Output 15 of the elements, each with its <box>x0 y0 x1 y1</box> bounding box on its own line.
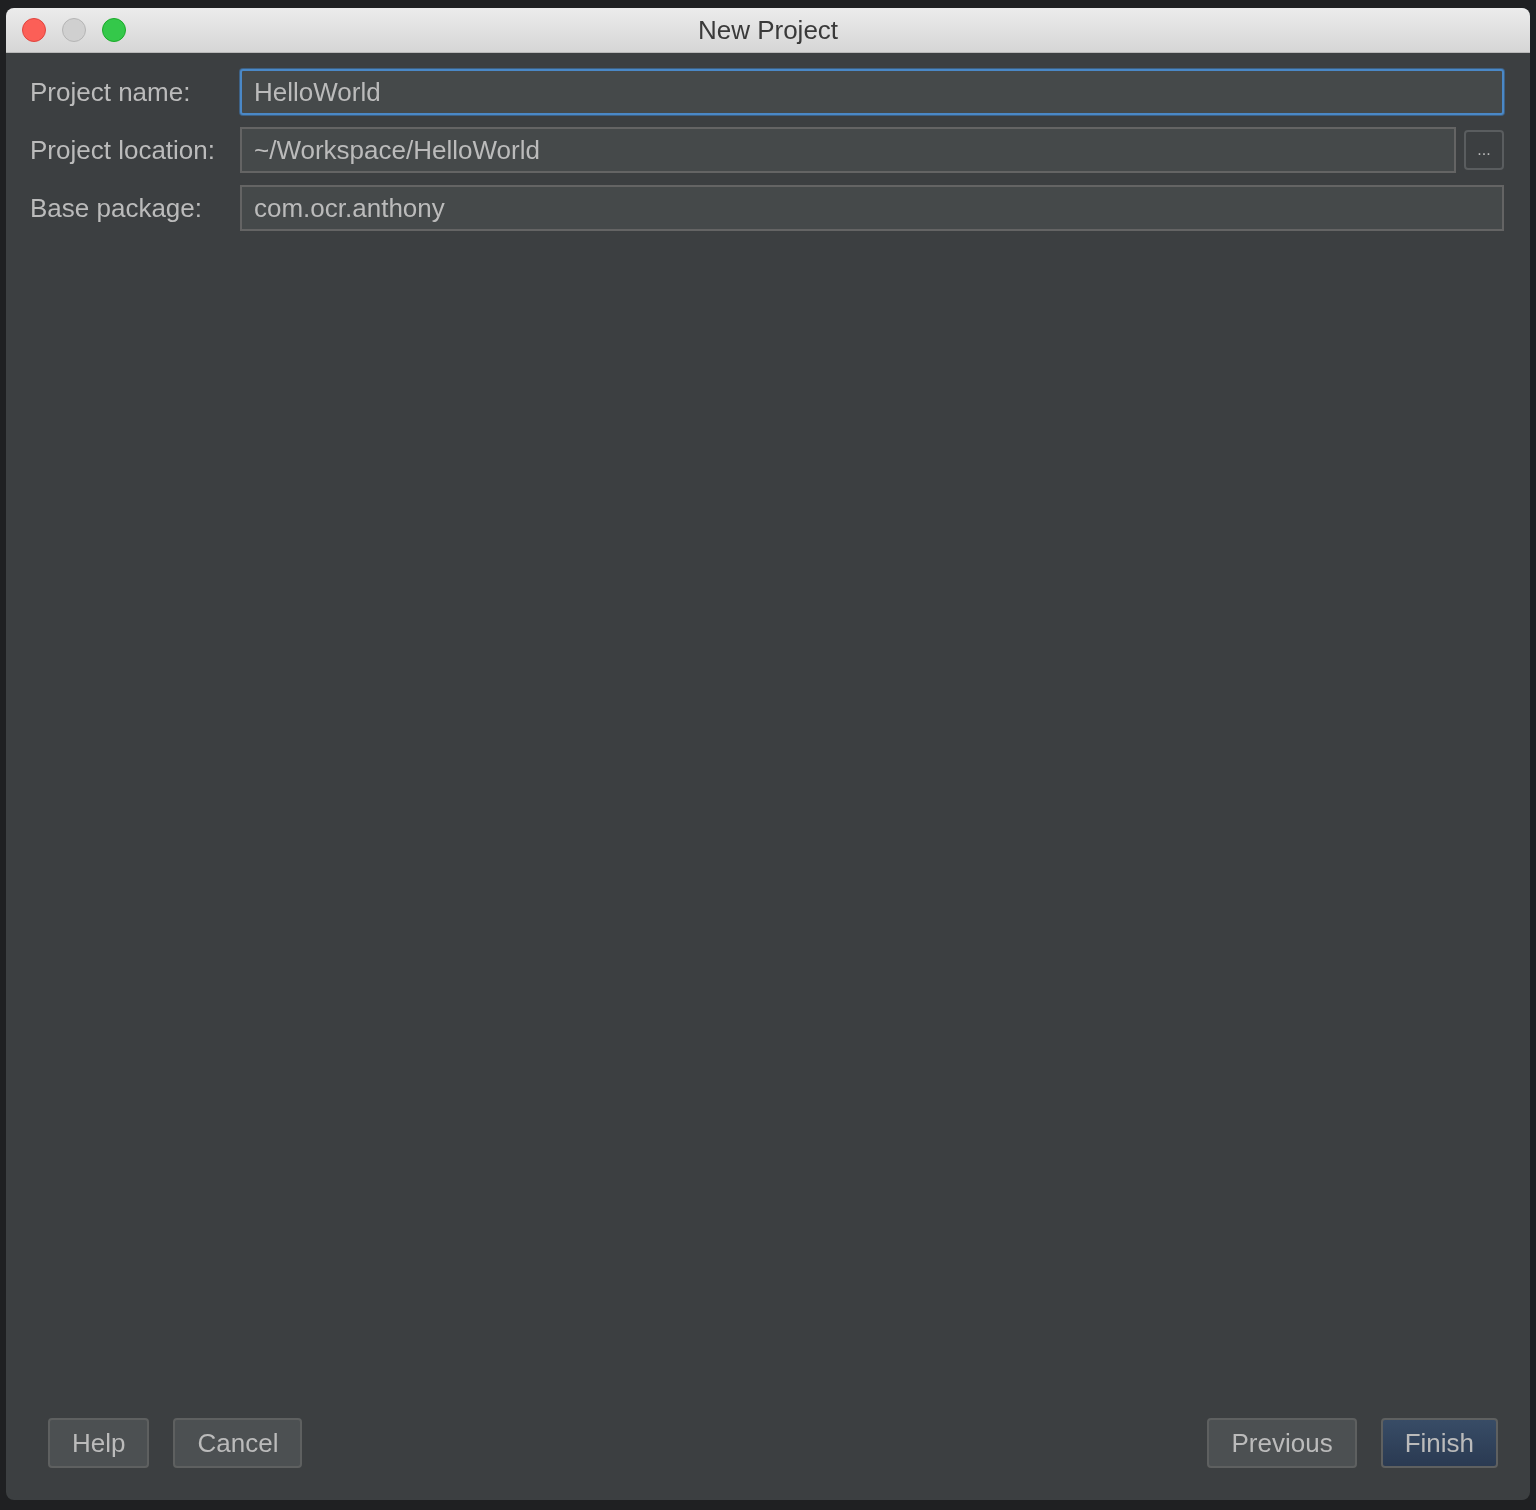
input-field[interactable]: HelloWorld <box>240 69 1504 115</box>
zoom-icon[interactable] <box>102 18 126 42</box>
dialog-button[interactable]: Help <box>48 1418 150 1468</box>
dialog-button[interactable]: Finish <box>1380 1418 1498 1468</box>
input-field[interactable]: ~/Workspace/HelloWorld <box>240 127 1456 173</box>
field-label: Base package: <box>30 192 203 224</box>
window-title: New Project <box>697 14 839 46</box>
minimize-icon[interactable] <box>62 18 86 42</box>
close-icon[interactable] <box>22 18 46 42</box>
browse-button[interactable]: ... <box>1464 130 1504 170</box>
dialog-button[interactable]: Previous <box>1207 1418 1357 1468</box>
field-label: Project name: <box>30 76 192 108</box>
dialog-button[interactable]: Cancel <box>173 1418 303 1468</box>
field-label: Project location: <box>30 134 216 166</box>
input-field[interactable]: com.ocr.anthony <box>240 185 1504 231</box>
